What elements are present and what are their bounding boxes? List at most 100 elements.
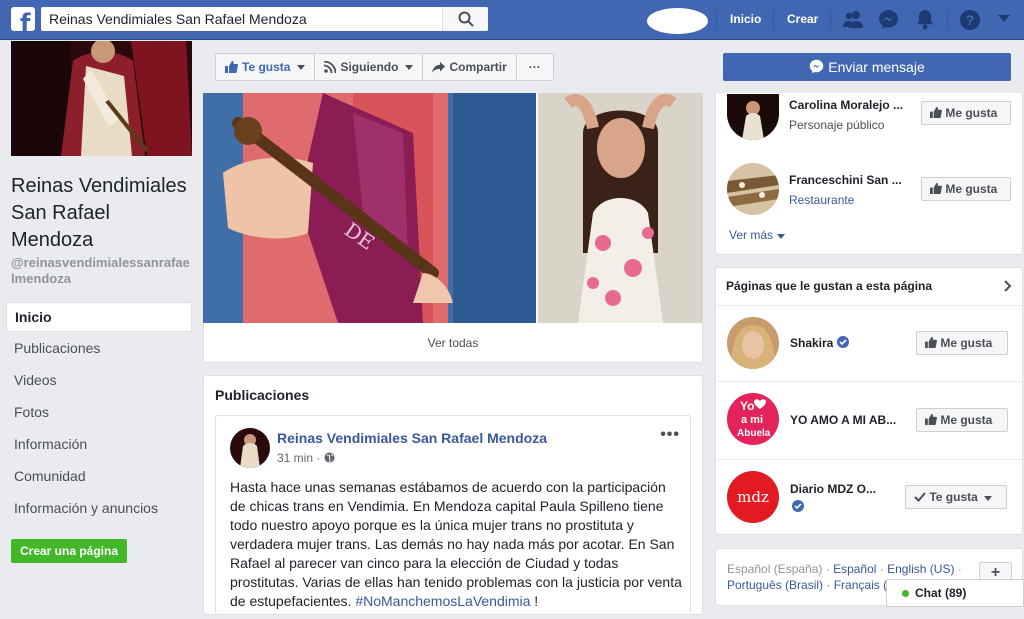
left-nav-info[interactable]: Información xyxy=(6,428,192,460)
liked-page-like-button[interactable]: Me gusta xyxy=(916,408,1008,432)
related-page-avatar[interactable] xyxy=(727,94,779,140)
left-nav-photos[interactable]: Fotos xyxy=(6,396,192,428)
photo-thumbnail[interactable] xyxy=(538,93,703,323)
online-status-icon xyxy=(902,590,909,597)
post: Reinas Vendimiales San Rafael Mendoza 31… xyxy=(215,415,691,615)
like-button-label: Me gusta xyxy=(945,106,998,120)
search-input[interactable] xyxy=(41,7,441,31)
chat-tab[interactable]: Chat (89) xyxy=(886,579,1024,607)
nav-divider xyxy=(773,10,774,30)
page-title: Reinas Vendimiales San Rafael Mendoza xyxy=(11,173,196,254)
left-column: Reinas Vendimiales San Rafael Mendoza @r… xyxy=(0,41,200,619)
post-author-avatar[interactable] xyxy=(230,428,270,468)
related-page-name[interactable]: Franceschini San ... xyxy=(789,173,902,187)
language-link[interactable]: Português (Brasil) xyxy=(727,578,823,592)
language-link[interactable]: Français ( xyxy=(834,578,887,592)
language-link[interactable]: Español (España) xyxy=(727,562,822,576)
post-hashtag[interactable]: #NoManchemosLaVendimia xyxy=(355,593,530,609)
share-button[interactable]: Compartir xyxy=(423,54,517,80)
share-arrow-icon xyxy=(432,61,446,73)
like-button-label: Me gusta xyxy=(940,413,993,427)
left-nav-posts[interactable]: Publicaciones xyxy=(6,332,192,364)
profile-picture[interactable] xyxy=(11,41,192,156)
posts-card: Publicaciones Reinas Vendimiales San Raf… xyxy=(203,375,703,615)
photo-thumbnail[interactable]: DE xyxy=(203,93,536,323)
left-nav-videos[interactable]: Videos xyxy=(6,364,192,396)
dropdown-icon[interactable] xyxy=(997,14,1011,24)
related-page-avatar[interactable] xyxy=(727,163,779,215)
see-more-label: Ver más xyxy=(729,228,774,242)
share-label: Compartir xyxy=(449,60,507,74)
see-more-link[interactable]: Ver más xyxy=(729,228,786,242)
send-message-button[interactable]: Enviar mensaje xyxy=(723,53,1011,81)
related-page-like-button[interactable]: Me gusta xyxy=(921,177,1011,201)
more-options-button[interactable]: ··· xyxy=(517,54,553,80)
page-handle[interactable]: @reinasvendimialessanrafaelmendoza xyxy=(11,255,191,287)
post-timestamp[interactable]: 31 min · xyxy=(277,451,335,465)
language-links: Português (Brasil) · Français ( xyxy=(727,578,888,592)
post-options-icon[interactable]: ••• xyxy=(660,426,680,444)
related-page-name[interactable]: Carolina Moralejo ... xyxy=(789,98,903,112)
related-page-category[interactable]: Restaurante xyxy=(789,193,854,207)
liked-button-label: Te gusta xyxy=(929,490,978,504)
divider xyxy=(716,459,1022,460)
liked-page-name[interactable]: Shakira xyxy=(790,336,849,350)
thumbs-up-icon xyxy=(930,107,942,118)
friends-icon[interactable] xyxy=(842,9,864,29)
language-link[interactable]: Español xyxy=(833,562,876,576)
nav-divider xyxy=(830,10,831,30)
liked-page-liked-button[interactable]: Te gusta xyxy=(905,485,1007,509)
following-button[interactable]: Siguiendo xyxy=(315,54,424,80)
following-label: Siguiendo xyxy=(340,60,399,74)
liked-page-name-text: Shakira xyxy=(790,336,834,350)
rss-follow-icon xyxy=(324,61,337,73)
create-page-button[interactable]: Crear una página xyxy=(11,539,127,563)
left-nav-home[interactable]: Inicio xyxy=(6,302,192,332)
avatar-logo-text: Yo xyxy=(740,399,754,413)
search-button[interactable] xyxy=(442,7,488,31)
posts-heading: Publicaciones xyxy=(215,387,310,403)
facebook-logo-icon[interactable]: f xyxy=(11,7,35,31)
liked-page-like-button[interactable]: Me gusta xyxy=(916,331,1008,355)
liked-page-name[interactable]: YO AMO A MI AB... xyxy=(790,413,896,427)
chevron-right-icon[interactable] xyxy=(1004,280,1012,292)
chat-label: Chat (89) xyxy=(915,586,967,600)
search-box xyxy=(41,7,488,31)
liked-page-avatar[interactable]: mdz xyxy=(727,471,779,523)
checkmark-icon xyxy=(914,492,926,502)
nav-home-link[interactable]: Inicio xyxy=(730,12,761,26)
send-message-label: Enviar mensaje xyxy=(828,59,925,75)
related-pages-card: Carolina Moralejo ... Personaje público … xyxy=(715,93,1023,255)
help-icon[interactable]: ? xyxy=(959,9,981,31)
left-nav-ads-info[interactable]: Información y anuncios xyxy=(6,492,192,524)
liked-page-avatar[interactable]: Yo a mi Abuela xyxy=(727,393,779,445)
globe-icon xyxy=(324,452,335,463)
thumbs-up-icon xyxy=(225,61,238,73)
notifications-icon[interactable] xyxy=(915,9,935,30)
thumbs-up-icon xyxy=(925,414,937,425)
left-nav-community[interactable]: Comunidad xyxy=(6,460,192,492)
liked-page-name[interactable]: Diario MDZ O... xyxy=(790,482,876,496)
language-links: Español (España) · Español · English (US… xyxy=(727,562,962,576)
avatar-logo-text: mdz xyxy=(737,488,769,506)
svg-text:?: ? xyxy=(966,12,975,28)
divider xyxy=(716,305,1022,306)
related-page-like-button[interactable]: Me gusta xyxy=(921,101,1011,125)
top-bar: f Inicio Crear ? xyxy=(0,0,1024,40)
see-all-photos-link[interactable]: Ver todas xyxy=(203,336,703,350)
post-author-name[interactable]: Reinas Vendimiales San Rafael Mendoza xyxy=(277,430,547,446)
profile-redaction[interactable] xyxy=(647,8,708,34)
search-icon xyxy=(458,11,474,27)
messenger-icon[interactable] xyxy=(878,9,899,30)
like-button-label: Me gusta xyxy=(940,336,993,350)
language-link[interactable]: English (US) xyxy=(887,562,954,576)
like-page-button[interactable]: Te gusta xyxy=(216,54,316,80)
page-title-line: Reinas Vendimiales xyxy=(11,175,187,197)
like-page-label: Te gusta xyxy=(242,60,291,74)
divider xyxy=(716,381,1022,382)
liked-pages-heading[interactable]: Páginas que le gustan a esta página xyxy=(726,279,932,293)
related-page-category: Personaje público xyxy=(789,118,885,132)
page-title-line: Mendoza xyxy=(11,229,94,251)
liked-page-avatar[interactable] xyxy=(727,317,779,369)
nav-create-link[interactable]: Crear xyxy=(787,12,818,26)
